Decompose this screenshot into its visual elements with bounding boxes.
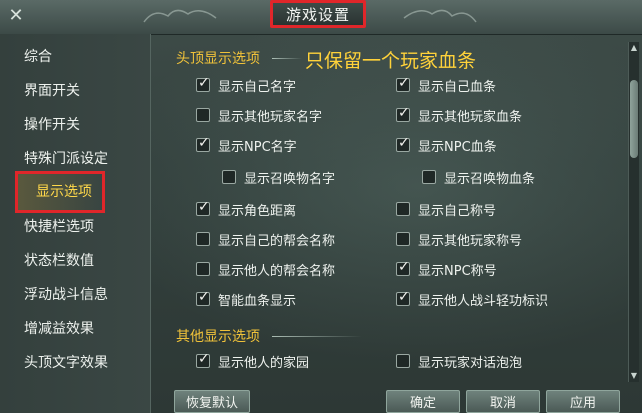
checkbox[interactable] [196,351,210,368]
scroll-down-icon[interactable]: ▼ [629,370,639,382]
content-scrollbar[interactable]: ▲ ▼ [628,42,639,382]
cancel-button[interactable]: 取消 [466,390,540,413]
settings-window: ✕ 游戏设置 综合 界面开关 操作开关 特殊门派设定 显示选项 快捷栏选项 状态… [0,0,642,413]
checkbox[interactable] [196,135,210,152]
section-divider [272,58,302,59]
sidebar-item-overhead-text[interactable]: 头顶文字效果 [24,348,108,378]
option-show-role-distance[interactable]: 显示角色距离 [196,198,296,220]
checkbox[interactable] [222,170,236,184]
checkbox[interactable] [396,354,410,368]
section-title-overhead: 头顶显示选项 [176,51,260,67]
sidebar-item-interface[interactable]: 界面开关 [24,76,80,106]
confirm-button[interactable]: 确定 [386,390,460,413]
sidebar-item-combat-text[interactable]: 浮动战斗信息 [24,280,108,310]
checkbox[interactable] [396,289,410,306]
checkbox[interactable] [396,259,410,276]
option-show-combat-qinggong-mark[interactable]: 显示他人战斗轻功标识 [396,288,548,310]
checkbox[interactable] [396,202,410,216]
button-bar: 恢复默认 确定 取消 应用 [150,386,642,413]
option-show-own-hpbar[interactable]: 显示自己血条 [396,74,496,96]
settings-sidebar: 综合 界面开关 操作开关 特殊门派设定 显示选项 快捷栏选项 状态栏数值 浮动战… [0,34,151,413]
option-show-summon-hpbar[interactable]: 显示召唤物血条 [422,166,535,188]
checkbox[interactable] [396,135,410,152]
cloud-ornament-icon [403,9,477,23]
cloud-ornament-icon [143,9,217,23]
scroll-thumb[interactable] [630,80,638,158]
option-show-npc-title[interactable]: 显示NPC称号 [396,258,497,280]
checkbox[interactable] [196,108,210,122]
checkbox[interactable] [196,75,210,92]
settings-content: 头顶显示选项 只保留一个玩家血条 显示自己名字 显示自己血条 显示其他玩家名字 … [160,40,620,380]
checkbox[interactable] [396,75,410,92]
scroll-up-icon[interactable]: ▲ [629,42,639,54]
option-show-npc-hpbar[interactable]: 显示NPC血条 [396,134,497,156]
sidebar-item-special-school[interactable]: 特殊门派设定 [24,144,108,174]
sidebar-item-general[interactable]: 综合 [24,42,52,72]
checkbox[interactable] [196,232,210,246]
option-show-own-name[interactable]: 显示自己名字 [196,74,296,96]
option-show-own-title[interactable]: 显示自己称号 [396,198,496,220]
checkbox[interactable] [396,232,410,246]
option-show-others-home[interactable]: 显示他人的家园 [196,350,309,372]
option-smart-hpbar[interactable]: 智能血条显示 [196,288,296,310]
sidebar-item-buffs[interactable]: 增减益效果 [24,314,94,344]
option-show-other-player-title[interactable]: 显示其他玩家称号 [396,228,522,250]
close-icon[interactable]: ✕ [4,3,28,27]
section-divider [272,336,362,337]
sidebar-item-display-options[interactable]: 显示选项 [15,171,105,213]
sidebar-item-operation[interactable]: 操作开关 [24,110,80,140]
apply-button[interactable]: 应用 [546,390,620,413]
option-show-npc-name[interactable]: 显示NPC名字 [196,134,297,156]
checkbox[interactable] [422,170,436,184]
option-show-summon-name[interactable]: 显示召唤物名字 [222,166,335,188]
window-title: 游戏设置 [270,0,366,28]
option-show-other-guild[interactable]: 显示他人的帮会名称 [196,258,335,280]
checkbox[interactable] [196,289,210,306]
restore-default-button[interactable]: 恢复默认 [174,390,250,413]
option-show-chat-bubble[interactable]: 显示玩家对话泡泡 [396,350,522,372]
title-bar: ✕ 游戏设置 [0,0,642,35]
checkbox[interactable] [396,105,410,122]
checkbox[interactable] [196,262,210,276]
checkbox[interactable] [196,199,210,216]
section-title-other: 其他显示选项 [176,329,260,345]
option-show-own-guild[interactable]: 显示自己的帮会名称 [196,228,335,250]
annotation-text: 只保留一个玩家血条 [305,50,477,72]
option-show-other-player-name[interactable]: 显示其他玩家名字 [196,104,322,126]
sidebar-item-statusbar[interactable]: 状态栏数值 [24,246,94,276]
sidebar-item-hotbar[interactable]: 快捷栏选项 [24,212,94,242]
option-show-other-player-hpbar[interactable]: 显示其他玩家血条 [396,104,522,126]
